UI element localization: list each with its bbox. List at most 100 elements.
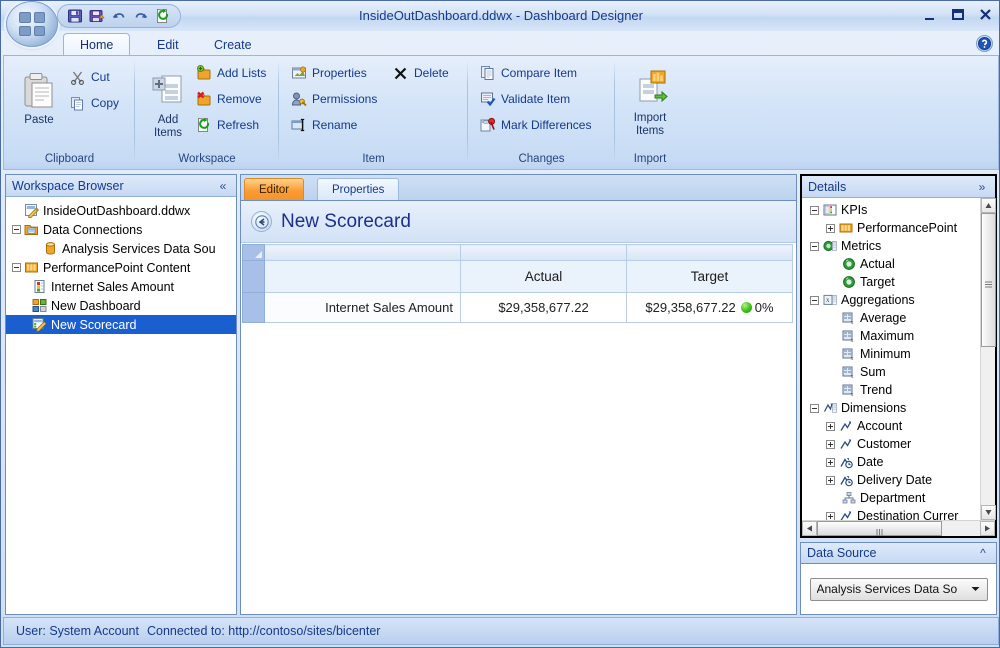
tree-item-aggregations[interactable]: x Aggregations: [802, 291, 980, 309]
tree-expander-minus[interactable]: [808, 204, 821, 217]
redo-icon[interactable]: [132, 7, 150, 26]
save-as-icon[interactable]: [88, 7, 106, 26]
tree-item-new-scorecard[interactable]: New Scorecard: [6, 315, 236, 334]
copy-button[interactable]: Copy: [66, 92, 122, 114]
help-icon[interactable]: [976, 35, 993, 52]
scroll-thumb[interactable]: [981, 213, 996, 347]
undo-icon[interactable]: [110, 7, 128, 26]
tree-expander-plus[interactable]: [824, 222, 837, 235]
tree-item-label: PerformancePoint: [857, 221, 958, 235]
collapse-chevron-icon[interactable]: ^: [976, 546, 990, 560]
tree-item-maximum[interactable]: x Maximum: [802, 327, 980, 345]
refresh-icon[interactable]: [154, 7, 172, 26]
time-dimension-icon: [837, 454, 854, 470]
tree-expander-minus[interactable]: [808, 240, 821, 253]
tree-item-minimum[interactable]: x Minimum: [802, 345, 980, 363]
tab-editor[interactable]: Editor: [244, 178, 305, 201]
tree-item-new-dashboard[interactable]: New Dashboard: [6, 296, 236, 315]
add-items-button[interactable]: Add Items: [141, 69, 195, 140]
actual-value-cell[interactable]: $29,358,677.22: [460, 292, 627, 323]
tree-item-internet-sales-amount[interactable]: Internet Sales Amount: [6, 277, 236, 296]
tree-item-department[interactable]: Department: [802, 489, 980, 507]
tab-properties[interactable]: Properties: [317, 178, 400, 201]
tree-item-sum[interactable]: x Sum: [802, 363, 980, 381]
scroll-right-icon[interactable]: [980, 521, 995, 536]
collapse-chevron-icon[interactable]: «: [216, 179, 230, 193]
scroll-up-icon[interactable]: [981, 198, 996, 213]
tree-expander-plus[interactable]: [824, 456, 837, 469]
tree-item-trend[interactable]: x Trend: [802, 381, 980, 399]
tree-item-delivery-date[interactable]: Delivery Date: [802, 471, 980, 489]
details-vertical-scrollbar[interactable]: [980, 198, 996, 520]
tree-expander-plus[interactable]: [824, 510, 837, 520]
scroll-thumb[interactable]: [817, 521, 942, 536]
rename-button[interactable]: Rename: [287, 114, 360, 136]
tree-expander-minus[interactable]: [10, 223, 23, 236]
minimize-icon[interactable]: [921, 6, 939, 24]
validate-item-button[interactable]: Validate Item: [476, 88, 573, 110]
add-lists-icon: [195, 65, 212, 82]
scroll-left-icon[interactable]: [802, 521, 817, 536]
ribbon-tab-create[interactable]: Create: [197, 33, 269, 56]
permissions-button[interactable]: Permissions: [287, 88, 380, 110]
tree-item-workspace-file[interactable]: InsideOutDashboard.ddwx: [6, 201, 236, 220]
tree-item-dimensions[interactable]: Dimensions: [802, 399, 980, 417]
ribbon-tab-edit[interactable]: Edit: [140, 33, 196, 56]
add-lists-label: Add Lists: [217, 66, 267, 80]
grid-band-cell[interactable]: [460, 244, 627, 261]
tree-expander-plus[interactable]: [824, 438, 837, 451]
tree-expander-minus[interactable]: [10, 261, 23, 274]
tree-item-label: Customer: [857, 437, 912, 451]
tree-item-actual[interactable]: Actual: [802, 255, 980, 273]
column-header-actual[interactable]: Actual: [460, 260, 627, 293]
grid-corner-cell[interactable]: [242, 244, 265, 261]
properties-button[interactable]: Properties: [287, 62, 370, 84]
maximize-icon[interactable]: [949, 6, 967, 24]
tree-item-target[interactable]: Target: [802, 273, 980, 291]
tree-expander-minus[interactable]: [808, 402, 821, 415]
tree-item-customer[interactable]: Customer: [802, 435, 980, 453]
save-icon[interactable]: [66, 7, 84, 26]
tree-item-analysis-services-data-source[interactable]: Analysis Services Data Sou: [6, 239, 236, 258]
tree-expander-plus[interactable]: [824, 420, 837, 433]
expand-chevron-icon[interactable]: »: [975, 180, 989, 194]
ribbon-tab-home[interactable]: Home: [63, 33, 131, 56]
back-button[interactable]: [251, 211, 272, 232]
tree-item-destination-currency[interactable]: Destination Currer: [802, 507, 980, 520]
import-items-button[interactable]: Import Items: [621, 67, 679, 138]
scroll-down-icon[interactable]: [981, 505, 996, 520]
kpi-name-cell[interactable]: Internet Sales Amount: [264, 292, 461, 323]
compare-item-button[interactable]: Compare Item: [476, 62, 580, 84]
tree-item-kpis[interactable]: KPIs: [802, 201, 980, 219]
add-lists-button[interactable]: Add Lists: [192, 62, 269, 84]
tree-item-performancepoint[interactable]: PerformancePoint: [802, 219, 980, 237]
row-handle[interactable]: [242, 292, 265, 323]
row-handle[interactable]: [242, 260, 265, 293]
remove-button[interactable]: Remove: [192, 88, 265, 110]
delete-button[interactable]: Delete: [389, 62, 452, 84]
details-horizontal-scrollbar[interactable]: [802, 520, 995, 536]
paste-button[interactable]: Paste: [12, 69, 66, 127]
tree-expander-plus[interactable]: [824, 474, 837, 487]
refresh-button[interactable]: Refresh: [192, 114, 262, 136]
tree-item-data-connections[interactable]: Data Connections: [6, 220, 236, 239]
rename-label: Rename: [312, 118, 358, 132]
tree-item-account[interactable]: Account: [802, 417, 980, 435]
close-icon[interactable]: [977, 6, 995, 24]
grid-band-cell[interactable]: [264, 244, 461, 261]
column-header-target[interactable]: Target: [626, 260, 793, 293]
tree-item-date[interactable]: Date: [802, 453, 980, 471]
tree-item-performancepoint-content[interactable]: PerformancePoint Content: [6, 258, 236, 277]
grid-band-cell[interactable]: [626, 244, 793, 261]
cut-button[interactable]: Cut: [66, 66, 113, 88]
mark-differences-button[interactable]: Mark Differences: [476, 114, 594, 136]
performancepoint-icon: [837, 220, 854, 236]
tree-item-metrics[interactable]: Metrics: [802, 237, 980, 255]
chevron-down-icon[interactable]: [968, 586, 983, 592]
tree-item-average[interactable]: x Average: [802, 309, 980, 327]
mark-differences-icon: [479, 117, 496, 134]
column-header-blank[interactable]: [264, 260, 461, 293]
target-value-cell[interactable]: $29,358,677.22 0%: [626, 292, 793, 323]
tree-expander-minus[interactable]: [808, 294, 821, 307]
data-source-select[interactable]: Analysis Services Data So: [809, 577, 988, 601]
